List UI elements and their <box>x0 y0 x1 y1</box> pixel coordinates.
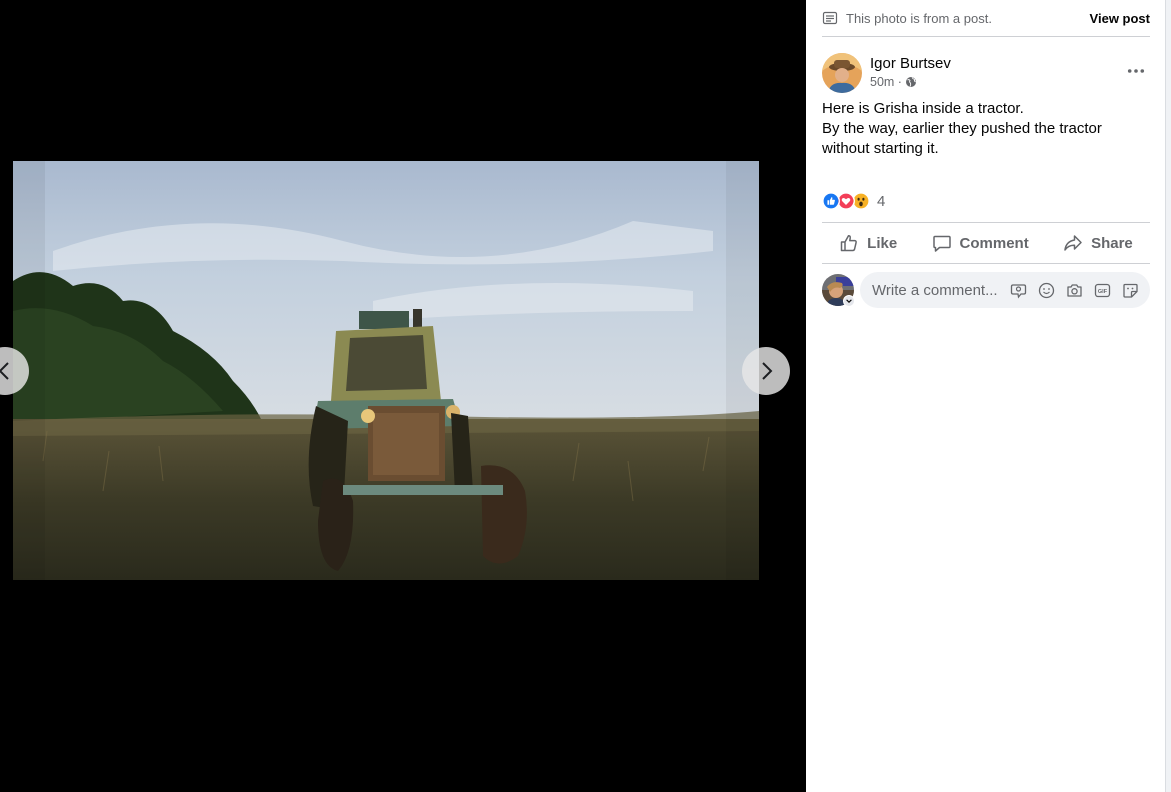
reactions-summary[interactable]: 4 <box>822 191 885 211</box>
like-button[interactable]: Like <box>835 227 901 259</box>
post-photo <box>13 161 759 580</box>
chevron-left-icon <box>0 362 9 380</box>
post-time[interactable]: 50m · <box>870 75 902 89</box>
post-body: Here is Grisha inside a tractor. By the … <box>822 99 1142 159</box>
post-text-line: By the way, earlier they pushed the trac… <box>822 120 1102 137</box>
post-options-button[interactable] <box>1122 57 1150 85</box>
share-arrow-icon <box>1064 235 1082 251</box>
comment-label: Comment <box>959 234 1029 252</box>
photo-viewer <box>0 0 806 792</box>
emoji-icon <box>1038 282 1054 298</box>
photo-upload-button[interactable] <box>1060 276 1088 304</box>
share-button[interactable]: Share <box>1059 227 1137 259</box>
like-reaction-icon <box>822 192 840 210</box>
share-label: Share <box>1091 234 1133 252</box>
emoji-button[interactable] <box>1032 276 1060 304</box>
next-photo-button[interactable] <box>742 347 790 395</box>
view-post-link[interactable]: View post <box>1090 11 1150 26</box>
chevron-right-icon <box>762 362 773 380</box>
sticker-icon <box>1122 283 1138 298</box>
reaction-count: 4 <box>877 192 886 210</box>
avatar-sticker-button[interactable] <box>1004 276 1032 304</box>
post-meta: 50m · <box>870 75 917 89</box>
gif-button[interactable]: GIF <box>1088 276 1116 304</box>
svg-text:GIF: GIF <box>1097 289 1107 295</box>
from-post-bar: This photo is from a post. View post <box>822 0 1150 37</box>
like-label: Like <box>867 234 898 252</box>
post-actions: Like Comment Share <box>822 222 1150 264</box>
comment-input[interactable] <box>872 281 1004 299</box>
comment-box: GIF <box>860 272 1150 308</box>
globe-icon <box>905 77 916 87</box>
more-horizontal-icon <box>1127 69 1145 73</box>
comment-composer: GIF <box>822 272 1150 308</box>
thumbs-up-icon <box>840 235 858 252</box>
author-avatar[interactable] <box>822 53 862 93</box>
chevron-down-icon <box>846 299 852 303</box>
post-sidebar: This photo is from a post. View post Igo… <box>806 0 1165 792</box>
window-scrollbar-edge <box>1165 0 1171 792</box>
comment-bubble-icon <box>932 235 951 252</box>
post-note-icon <box>822 11 838 25</box>
avatar-sticker-icon <box>1010 283 1026 299</box>
sticker-button[interactable] <box>1116 276 1144 304</box>
camera-icon <box>1066 283 1082 297</box>
comment-button[interactable]: Comment <box>928 227 1033 259</box>
gif-icon: GIF <box>1094 283 1110 297</box>
post-text-line: without starting it. <box>822 140 939 157</box>
author-name[interactable]: Igor Burtsev <box>870 55 951 72</box>
from-post-text: This photo is from a post. <box>846 10 992 26</box>
account-switch-badge[interactable] <box>843 295 855 307</box>
post-text-line: Here is Grisha inside a tractor. <box>822 100 1024 117</box>
post-author: Igor Burtsev 50m · <box>822 53 1150 93</box>
